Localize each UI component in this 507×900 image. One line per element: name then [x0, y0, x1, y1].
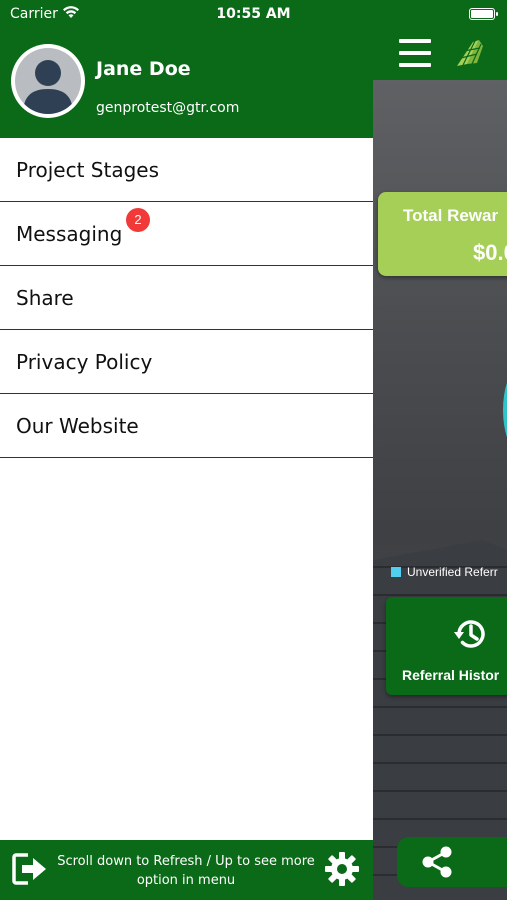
drawer-header: Jane Doe genprotest@gtr.com [0, 30, 373, 138]
menu-item-project-stages[interactable]: Project Stages [0, 138, 373, 202]
menu-item-privacy-policy[interactable]: Privacy Policy [0, 330, 373, 394]
menu-item-label: Messaging [16, 221, 123, 246]
history-label: Referral Histor [402, 667, 500, 683]
status-bar: Carrier 10:55 AM [0, 0, 507, 30]
logout-icon[interactable] [12, 853, 48, 885]
battery-fill [471, 10, 493, 18]
unread-count-badge: 2 [126, 208, 150, 232]
main-app-background: Total Rewar $0.0 Unverified Referr Refer… [373, 0, 507, 900]
rewards-amount: $0.0 [473, 240, 507, 265]
menu-item-label: Share [16, 285, 74, 310]
share-icon [422, 846, 452, 878]
battery-icon [469, 8, 498, 20]
gear-icon[interactable] [324, 851, 360, 887]
app-header [373, 30, 507, 80]
legend-swatch [391, 567, 401, 577]
person-placeholder-icon [15, 48, 81, 114]
share-fab-button[interactable] [397, 837, 507, 887]
legend-label: Unverified Referr [407, 565, 498, 579]
drawer-menu: Project Stages Messaging 2 Share Privacy… [0, 138, 373, 458]
menu-item-our-website[interactable]: Our Website [0, 394, 373, 458]
menu-item-label: Privacy Policy [16, 349, 153, 374]
chart-legend: Unverified Referr [391, 565, 498, 579]
hamburger-menu-icon[interactable] [399, 39, 431, 67]
drawer-footer: Scroll down to Refresh / Up to see more … [0, 840, 373, 900]
rewards-title: Total Rewar [403, 206, 499, 225]
menu-item-label: Our Website [16, 413, 139, 438]
referral-history-button[interactable]: Referral Histor [386, 597, 507, 695]
history-icon [454, 620, 485, 648]
total-rewards-card: Total Rewar $0.0 [378, 192, 507, 276]
menu-item-messaging[interactable]: Messaging 2 [0, 202, 373, 266]
status-time: 10:55 AM [216, 6, 291, 22]
user-name: Jane Doe [96, 58, 191, 80]
user-email: genprotest@gtr.com [96, 100, 240, 116]
side-drawer: Jane Doe genprotest@gtr.com Project Stag… [0, 0, 373, 900]
menu-item-share[interactable]: Share [0, 266, 373, 330]
footer-hint-text: Scroll down to Refresh / Up to see more … [57, 854, 315, 888]
menu-item-label: Project Stages [16, 157, 159, 182]
avatar[interactable] [11, 44, 85, 118]
solar-panel-logo-icon [457, 40, 483, 66]
